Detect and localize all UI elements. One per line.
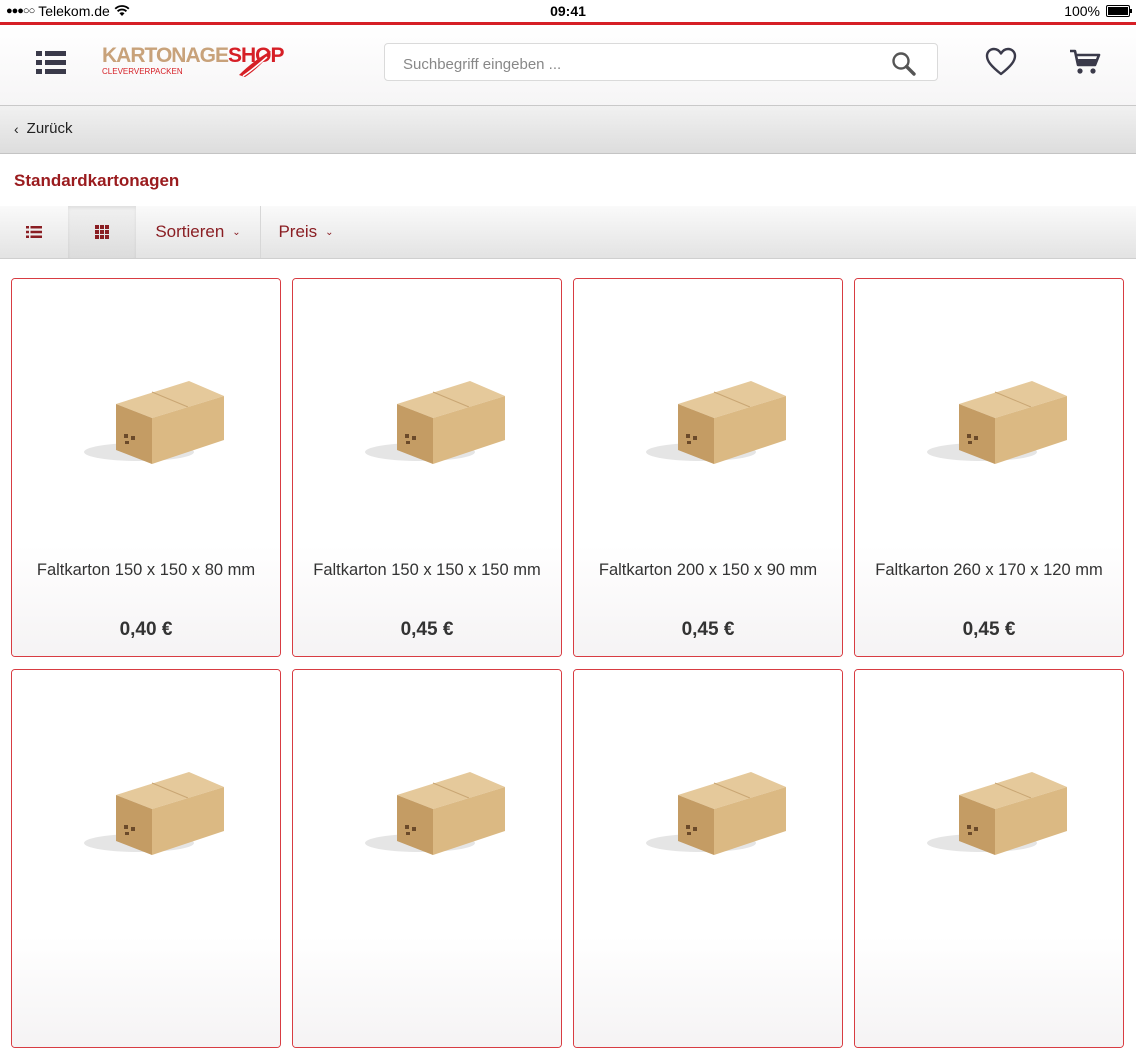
list-view-button[interactable] (0, 206, 68, 258)
status-bar: ●●●○○ Telekom.de 09:41 100% (0, 0, 1136, 22)
product-price: 0,40 € (119, 619, 173, 640)
product-name: Faltkarton 200 x 150 x 90 mm (598, 561, 818, 579)
product-card[interactable]: Faltkarton 200 x 150 x 90 mm 0,45 € (573, 278, 843, 657)
battery-percent: 100% (1064, 3, 1100, 19)
product-card[interactable] (573, 669, 843, 1048)
product-image (12, 279, 280, 545)
shop-logo[interactable]: KARTONAGESHOP CLEVERVERPACKEN (102, 44, 284, 85)
product-card[interactable]: Faltkarton 150 x 150 x 80 mm 0,40 € (11, 278, 281, 657)
product-info: Faltkarton 150 x 150 x 80 mm 0,40 € (12, 545, 280, 656)
product-image (293, 279, 561, 545)
back-label: Zurück (26, 120, 73, 137)
product-info (293, 936, 561, 1047)
grid-view-button[interactable] (68, 206, 136, 258)
search-input[interactable] (401, 52, 885, 76)
logo-swoosh-icon (239, 51, 271, 77)
product-image (855, 670, 1123, 936)
product-info (855, 936, 1123, 1047)
sort-label: Sortieren (155, 222, 225, 241)
product-name: Faltkarton 150 x 150 x 80 mm (36, 561, 256, 579)
cardboard-box-icon (84, 772, 224, 855)
product-card[interactable] (854, 669, 1124, 1048)
product-price: 0,45 € (400, 619, 454, 640)
product-name: Faltkarton 260 x 170 x 120 mm (875, 561, 1103, 579)
wishlist-heart-icon[interactable] (985, 47, 1017, 77)
price-filter-label: Preis (278, 222, 318, 241)
listing-toolbar: Sortieren ⌄ Preis ⌄ (0, 206, 1136, 259)
cardboard-box-icon (365, 772, 505, 855)
product-image (293, 670, 561, 936)
battery-icon (1106, 5, 1132, 17)
product-price: 0,45 € (962, 619, 1016, 640)
product-info (574, 936, 842, 1047)
cardboard-box-icon (646, 772, 786, 855)
product-card[interactable] (292, 669, 562, 1048)
cardboard-box-icon (84, 381, 224, 464)
category-title: Standardkartonagen (14, 171, 180, 190)
product-card[interactable]: Faltkarton 150 x 150 x 150 mm 0,45 € (292, 278, 562, 657)
cardboard-box-icon (927, 381, 1067, 464)
search-icon[interactable] (891, 51, 917, 77)
product-info: Faltkarton 260 x 170 x 120 mm 0,45 € (855, 545, 1123, 656)
chevron-down-icon: ⌄ (232, 226, 241, 238)
product-image (855, 279, 1123, 545)
logo-word-kartonage: KARTONAGE (102, 44, 229, 67)
product-image (574, 279, 842, 545)
product-price: 0,45 € (681, 619, 735, 640)
hamburger-menu-icon[interactable] (36, 51, 66, 75)
product-info: Faltkarton 150 x 150 x 150 mm 0,45 € (293, 545, 561, 656)
product-image (12, 670, 280, 936)
price-filter-dropdown[interactable]: Preis ⌄ (260, 206, 352, 258)
list-view-icon (26, 226, 42, 238)
search-bar (384, 43, 938, 81)
product-card[interactable] (11, 669, 281, 1048)
chevron-down-icon: ⌄ (325, 226, 334, 238)
grid-view-icon (95, 225, 109, 239)
product-info (12, 936, 280, 1047)
product-info: Faltkarton 200 x 150 x 90 mm 0,45 € (574, 545, 842, 656)
shopping-cart-icon[interactable] (1068, 47, 1102, 77)
cardboard-box-icon (646, 381, 786, 464)
chevron-left-icon: ‹ (14, 120, 19, 137)
back-button[interactable]: ‹ Zurück (14, 120, 73, 137)
sort-dropdown[interactable]: Sortieren ⌄ (136, 206, 261, 258)
product-card[interactable]: Faltkarton 260 x 170 x 120 mm 0,45 € (854, 278, 1124, 657)
status-time: 09:41 (550, 3, 586, 19)
battery-group: 100% (1064, 3, 1132, 19)
cardboard-box-icon (365, 381, 505, 464)
header: KARTONAGESHOP CLEVERVERPACKEN (0, 25, 1136, 106)
cardboard-box-icon (927, 772, 1067, 855)
back-bar: ‹ Zurück (0, 106, 1136, 154)
product-name: Faltkarton 150 x 150 x 150 mm (313, 561, 541, 579)
product-image (574, 670, 842, 936)
